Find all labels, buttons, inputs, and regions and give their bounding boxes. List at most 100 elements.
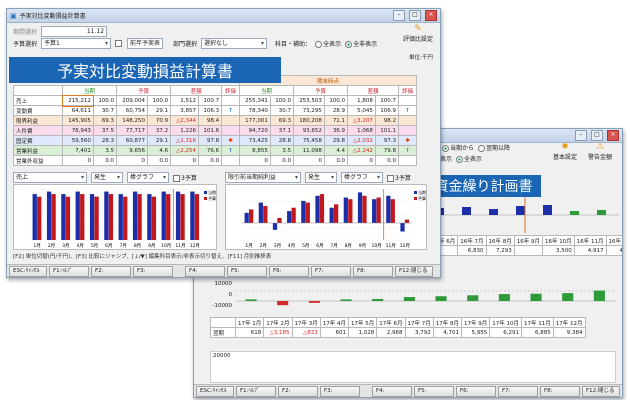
function-key-button[interactable]: ESC:ｷｬﾝｾﾙ — [9, 265, 47, 277]
period-input[interactable]: 11.12 — [41, 26, 108, 37]
function-key-button[interactable]: F8: — [540, 385, 580, 397]
table-cell: 6,291 — [489, 327, 522, 338]
month-header: 17年 2月 — [263, 317, 293, 328]
table-cell: 148,250 — [116, 115, 148, 126]
basic-settings-button[interactable]: ✹ 基本設定 — [552, 143, 578, 162]
table-cell: 1,808 — [347, 95, 376, 106]
month-header: 17年 9月 — [460, 317, 491, 328]
radio-next-period[interactable]: 翌期以降 — [478, 143, 510, 152]
function-key-button[interactable]: F5: — [414, 385, 454, 397]
dept-select[interactable]: 選択なし — [201, 38, 268, 49]
radio-all[interactable]: 全表示 — [315, 39, 341, 48]
function-key-button[interactable]: F4: — [185, 265, 225, 277]
table-row[interactable]: 人件費 78,943 37.5 77,717 37.2 1,226 101.6 94,720 3… — [13, 125, 417, 136]
function-key-button[interactable]: F4: — [372, 385, 412, 397]
bar-当期 — [61, 194, 66, 240]
radio-from-current[interactable]: 当期から — [442, 143, 474, 152]
bar-当期 — [161, 191, 166, 240]
table-row[interactable]: 固定費 59,560 28.3 60,877 29.1 △1,316 97.8 ✱ 73,425… — [13, 135, 417, 146]
axis-label-zero: 0 — [228, 292, 233, 298]
table-cell: 100.0 — [269, 95, 295, 106]
close-icon[interactable]: × — [607, 130, 619, 141]
table-cell: 36.9 — [323, 125, 349, 136]
table-cell: 28.9 — [323, 105, 349, 116]
function-key-button[interactable]: F3: — [133, 265, 173, 277]
bar-当期 — [147, 194, 152, 240]
table-cell: 0 — [293, 155, 325, 166]
chart1-item-select[interactable]: 売上 — [13, 172, 87, 183]
minimize-icon[interactable]: – — [575, 130, 587, 141]
table-cell: △2,242 — [347, 145, 376, 156]
radio-show-all-2[interactable]: 全表示 — [456, 154, 482, 163]
cash-bar — [308, 301, 320, 303]
prev-year-checkbox[interactable] — [115, 40, 123, 47]
chart2-3budget-checkbox[interactable]: 3予算 — [387, 173, 411, 182]
budget-select[interactable]: 予算1 — [41, 38, 112, 49]
function-key-button[interactable]: F3: — [320, 385, 360, 397]
function-key-button[interactable]: F5: — [227, 265, 267, 277]
table-row[interactable]: 営業利益 7,401 3.5 9,656 4.6 △2,254 76.6 ↑ 8,855 3.5 1… — [13, 145, 417, 156]
function-key-button[interactable]: F12:閉じる — [582, 385, 620, 397]
function-key-button[interactable]: F8: — [353, 265, 393, 277]
table-cell: △2,254 — [170, 145, 199, 156]
maximize-icon[interactable]: □ — [409, 10, 421, 21]
bar-当期 — [89, 194, 95, 240]
function-key-button[interactable]: F6: — [456, 385, 496, 397]
function-key-button[interactable]: F7: — [498, 385, 538, 397]
row-label: 変動費 — [13, 105, 63, 116]
table-cell: 145,905 — [62, 115, 94, 126]
table-cell: 6,885 — [521, 327, 554, 338]
function-key-button[interactable]: F2: — [91, 265, 131, 277]
table-cell: 76.6 — [197, 145, 223, 156]
function-key-button[interactable]: F6: — [269, 265, 309, 277]
table-cell: △2,032 — [347, 135, 376, 146]
month-header: 16年 8月 — [485, 235, 515, 246]
bar-予算 — [404, 219, 410, 223]
function-key-button[interactable]: F1:ﾍﾙﾌﾟ — [236, 385, 276, 397]
table-cell — [398, 155, 417, 166]
cashflow-banner-text: 資金繰り計画書 — [434, 179, 533, 195]
bar-当期 — [46, 191, 52, 240]
table-cell: 97.3 — [374, 135, 400, 146]
rating-settings-button[interactable]: ✎ 評価比設定 — [403, 25, 433, 44]
bar-予算 — [263, 206, 268, 223]
table-cell: 78,943 — [62, 125, 94, 136]
bar-当期 — [244, 212, 249, 223]
chart1-type-select[interactable]: 発生 — [91, 172, 123, 183]
function-key-button[interactable]: F12:閉じる — [395, 265, 433, 277]
table-cell: 100.0 — [146, 95, 172, 106]
cash-bar — [435, 296, 447, 301]
table-row[interactable]: 売上 215,212 100.0 209,004 100.0 1,512 100.7 255,… — [13, 94, 417, 107]
function-key-button[interactable]: F2: — [278, 385, 318, 397]
chart2-item-select[interactable]: 限引前当期純利益 — [225, 172, 301, 183]
radio-none[interactable]: 全非表示 — [345, 39, 377, 48]
legend-label: 予算 — [418, 195, 426, 201]
function-key-button[interactable]: ESC:ｷｬﾝｾﾙ — [196, 385, 234, 397]
maximize-icon[interactable]: □ — [591, 130, 603, 141]
close-icon[interactable]: × — [425, 10, 437, 21]
tick-label: 8月 — [134, 243, 141, 249]
chart1-graph-select[interactable]: 棒グラフ — [127, 172, 169, 183]
bar-予算 — [123, 196, 128, 240]
column-header: 差額 — [170, 85, 223, 96]
table-cell: 7,293 — [485, 245, 515, 256]
chart2-graph-select[interactable]: 棒グラフ — [341, 172, 383, 183]
alert-amount-button[interactable]: ⚠ 警告金額 — [584, 143, 616, 162]
function-key-button[interactable]: F1:ﾍﾙﾌﾟ — [49, 265, 89, 277]
table-cell: 60,877 — [116, 135, 148, 146]
function-key-button[interactable]: F7: — [311, 265, 351, 277]
table-cell: 3,792 — [404, 327, 434, 338]
minimize-icon[interactable]: – — [393, 10, 405, 21]
prev-year-button[interactable]: 前年予実表 — [127, 38, 164, 49]
legend-label: 当期 — [208, 189, 216, 195]
cash-bar — [277, 301, 289, 306]
table-row[interactable]: 営業外収益 0 0.0 0 0.0 0 0.0 0 0.0 0 0.0 0 0.0 — [13, 155, 417, 166]
table-row[interactable]: 限界利益 145,905 69.3 148,250 70.9 △2,344 98.4 177,… — [13, 115, 417, 126]
chart2-type-select[interactable]: 発生 — [305, 172, 337, 183]
tick-label: 7月 — [119, 243, 126, 249]
table-row[interactable]: 変動費 64,611 30.7 60,754 29.1 3,857 106.3 ↑ 78,340… — [13, 105, 417, 116]
chart1-3budget-checkbox[interactable]: 3予算 — [173, 173, 197, 182]
cashflow-banner: 資金繰り計画書 — [426, 175, 541, 197]
bar-予算 — [37, 196, 42, 240]
cash-bar — [403, 297, 415, 301]
